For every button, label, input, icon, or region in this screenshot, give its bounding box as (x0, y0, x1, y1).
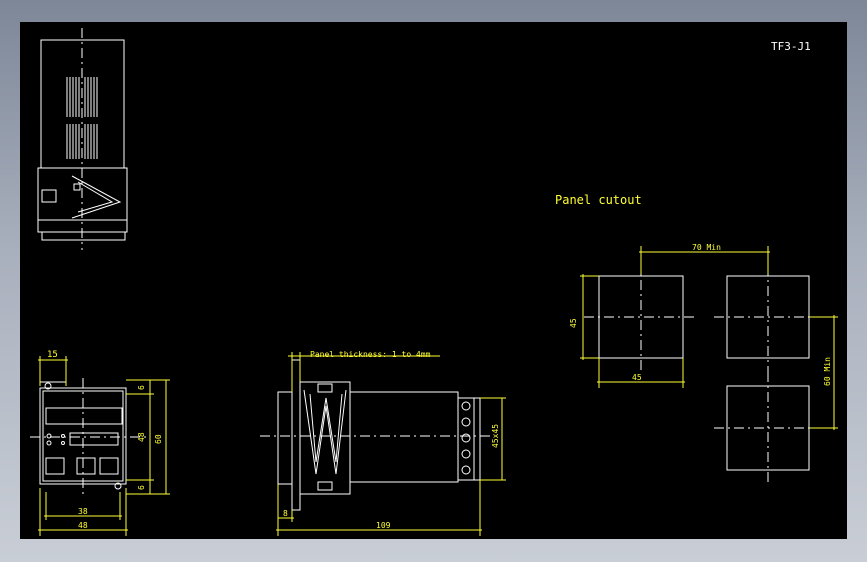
dim-45x45: 45x45 (491, 424, 500, 448)
dim-70-min: 70 Min (692, 243, 721, 252)
dim-38: 38 (78, 507, 88, 516)
panel-cutout (584, 246, 820, 482)
dim-45-v: 45 (569, 318, 578, 328)
dim-48-h: 48 (78, 521, 88, 530)
top-view (37, 28, 128, 250)
dim-60-min: 60 Min (823, 357, 832, 386)
front-dimensions: 15 6 48 60 6 38 48 (38, 350, 170, 536)
side-dimensions: Panel thickness: 1 to 4mm 8 109 45x45 (276, 350, 506, 536)
side-view (260, 359, 490, 511)
drawing-canvas[interactable]: TF3-J1 15 6 48 60 6 38 48 Panel thicknes… (20, 22, 847, 539)
cad-window: TF3-J1 15 6 48 60 6 38 48 Panel thicknes… (0, 0, 867, 562)
front-view (30, 378, 150, 497)
drawing-title: TF3-J1 (771, 40, 811, 53)
cad-drawing: TF3-J1 15 6 48 60 6 38 48 Panel thicknes… (30, 28, 838, 536)
panel-thickness-note: Panel thickness: 1 to 4mm (310, 350, 431, 359)
dim-8: 8 (283, 509, 288, 518)
dim-6-top: 6 (137, 385, 146, 390)
panel-cutout-label: Panel cutout (555, 193, 642, 207)
cutout-dimensions: 70 Min 45 45 60 Min (569, 243, 838, 430)
dim-48-v: 48 (137, 432, 146, 442)
dim-15: 15 (47, 350, 58, 360)
dim-6-bot: 6 (137, 485, 146, 490)
dim-45-h: 45 (632, 373, 642, 382)
dim-109: 109 (376, 521, 391, 530)
dim-60: 60 (154, 434, 163, 444)
